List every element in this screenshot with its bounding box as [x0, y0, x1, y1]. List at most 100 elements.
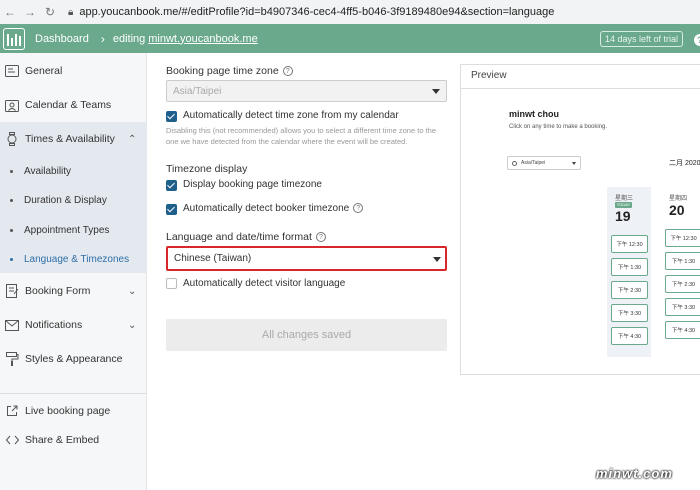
preview-panel: Preview minwt chou Click on any time to …	[460, 64, 700, 375]
timezone-select: Asia/Taipei	[166, 80, 447, 102]
back-icon[interactable]: ←	[0, 5, 20, 19]
chevron-down-icon[interactable]: ⌄	[128, 320, 136, 331]
sidebar-item-label: Share & Embed	[25, 434, 100, 446]
time-slot[interactable]: 下午 4:30	[665, 321, 700, 339]
caret-down-icon	[433, 257, 441, 262]
auto-detect-booker-timezone-checkbox[interactable]	[166, 204, 177, 215]
sidebar-subitem-label: Duration & Display	[24, 194, 107, 206]
timezone-display-label: Timezone display	[166, 163, 248, 175]
auto-detect-timezone-checkbox[interactable]	[166, 111, 177, 122]
time-slot[interactable]: 下午 12:30	[611, 235, 648, 253]
preview-day-column: 星期四 20 下午 12:30 下午 1:30 下午 2:30 下午 3:30 …	[661, 187, 700, 357]
dashboard-link[interactable]: Dashboard	[35, 33, 89, 45]
chevron-down-icon[interactable]: ⌄	[128, 286, 136, 297]
time-slot[interactable]: 下午 1:30	[611, 258, 648, 276]
time-slot[interactable]: 下午 4:30	[611, 327, 648, 345]
help-circle-icon[interactable]: ?	[282, 66, 293, 76]
time-slot[interactable]: 下午 2:30	[665, 275, 700, 293]
help-icon[interactable]: ?	[694, 34, 700, 46]
forward-icon[interactable]: →	[20, 5, 40, 19]
id-card-icon	[5, 64, 19, 78]
sidebar-subitem-duration-display[interactable]: Duration & Display	[0, 187, 147, 213]
watermark: minwt.com	[596, 466, 673, 481]
day-of-week: 星期三	[615, 196, 634, 202]
trial-badge[interactable]: 14 days left of trial	[600, 31, 684, 47]
sidebar-item-live-booking-page[interactable]: Live booking page	[0, 396, 147, 426]
preview-day-column: 星期三 TODAY 19 下午 12:30 下午 1:30 下午 2:30 下午…	[607, 187, 651, 357]
timezone-label: Booking page time zone?	[166, 65, 293, 77]
auto-detect-visitor-language-checkbox[interactable]	[166, 278, 177, 289]
preview-month: 二月 2020	[669, 160, 700, 167]
sidebar-divider	[0, 393, 147, 394]
caret-down-icon	[432, 89, 440, 94]
day-number: 20	[669, 202, 685, 218]
preview-title: Preview	[461, 65, 700, 89]
preview-profile-name: minwt chou	[509, 109, 559, 119]
sidebar-subitem-appointment-types[interactable]: Appointment Types	[0, 217, 147, 243]
sidebar-subitem-language-timezones[interactable]: Language & Timezones	[0, 246, 147, 272]
sidebar-item-general[interactable]: General	[0, 56, 147, 86]
external-link-icon	[5, 404, 19, 418]
code-icon	[5, 433, 19, 447]
language-select[interactable]: Chinese (Taiwan)	[166, 246, 447, 271]
sidebar-subitem-label: Language & Timezones	[24, 253, 130, 265]
sidebar-item-share-embed[interactable]: Share & Embed	[0, 425, 147, 455]
paint-roller-icon	[5, 352, 19, 366]
chevron-up-icon[interactable]: ⌃	[128, 134, 136, 145]
sidebar-item-booking-form[interactable]: Booking Form ⌄	[0, 276, 147, 306]
sidebar-item-label: Styles & Appearance	[25, 353, 123, 365]
time-slot[interactable]: 下午 2:30	[611, 281, 648, 299]
reload-icon[interactable]: ↻	[40, 5, 60, 19]
globe-icon	[512, 160, 517, 166]
sidebar-item-times-availability[interactable]: Times & Availability ⌃	[0, 124, 147, 154]
url-text[interactable]: app.youcanbook.me/#/editProfile?id=b4907…	[79, 6, 554, 18]
lock-icon: 🔒︎	[68, 6, 74, 18]
day-of-week: 星期四	[669, 196, 688, 202]
sidebar-subitem-label: Availability	[24, 165, 72, 177]
sidebar-subitem-availability[interactable]: Availability	[0, 158, 147, 184]
auto-detect-help-text: Disabling this (not recommended) allows …	[166, 126, 436, 146]
bullet-icon	[10, 198, 13, 202]
sidebar-item-notifications[interactable]: Notifications ⌄	[0, 310, 147, 340]
day-number: 19	[615, 208, 631, 224]
display-booking-timezone-checkbox[interactable]	[166, 180, 177, 191]
save-status-button: All changes saved	[166, 319, 447, 351]
bullet-icon	[10, 228, 13, 232]
sidebar-item-label: Notifications	[25, 319, 83, 331]
language-format-label: Language and date/time format?	[166, 231, 326, 243]
app-header: Dashboard › editing minwt.youcanbook.me 1…	[0, 24, 700, 53]
watch-icon	[5, 132, 19, 146]
breadcrumb-editing: editing minwt.youcanbook.me	[112, 32, 258, 45]
sidebar: General Calendar & Teams Times & Availab…	[0, 53, 147, 490]
form-icon	[5, 284, 19, 298]
bullet-icon	[10, 257, 13, 261]
time-slot[interactable]: 下午 1:30	[665, 252, 700, 270]
logo-icon[interactable]	[3, 27, 25, 50]
browser-url-bar: ← → ↻ 🔒︎ app.youcanbook.me/#/editProfile…	[0, 0, 700, 24]
sidebar-item-label: General	[25, 65, 63, 77]
preview-subtitle: Click on any time to make a booking.	[509, 124, 608, 130]
sidebar-item-calendar-teams[interactable]: Calendar & Teams	[0, 90, 147, 120]
bullet-icon	[10, 169, 13, 173]
sidebar-item-styles-appearance[interactable]: Styles & Appearance	[0, 344, 147, 374]
display-booking-timezone-label: Display booking page timezone	[183, 179, 322, 190]
help-circle-icon[interactable]: ?	[315, 232, 326, 242]
preview-timezone-select[interactable]: Asia/Taipei	[507, 156, 581, 170]
sidebar-item-label: Times & Availability	[25, 133, 115, 145]
time-slot[interactable]: 下午 12:30	[665, 229, 700, 247]
envelope-icon	[5, 318, 19, 332]
auto-detect-timezone-label: Automatically detect time zone from my c…	[183, 110, 399, 121]
auto-detect-booker-timezone-label: Automatically detect booker timezone?	[183, 203, 364, 214]
help-circle-icon[interactable]: ?	[353, 203, 364, 213]
sidebar-subitem-label: Appointment Types	[24, 224, 110, 236]
profile-link[interactable]: minwt.youcanbook.me	[148, 33, 257, 45]
caret-down-icon	[572, 162, 576, 165]
sidebar-item-label: Booking Form	[25, 285, 91, 297]
sidebar-item-label: Calendar & Teams	[25, 99, 112, 111]
sidebar-item-label: Live booking page	[25, 405, 111, 417]
time-slot[interactable]: 下午 3:30	[665, 298, 700, 316]
calendar-user-icon	[5, 98, 19, 112]
time-slot[interactable]: 下午 3:30	[611, 304, 648, 322]
chevron-right-icon: ›	[100, 31, 105, 46]
auto-detect-visitor-language-label: Automatically detect visitor language	[183, 278, 346, 289]
